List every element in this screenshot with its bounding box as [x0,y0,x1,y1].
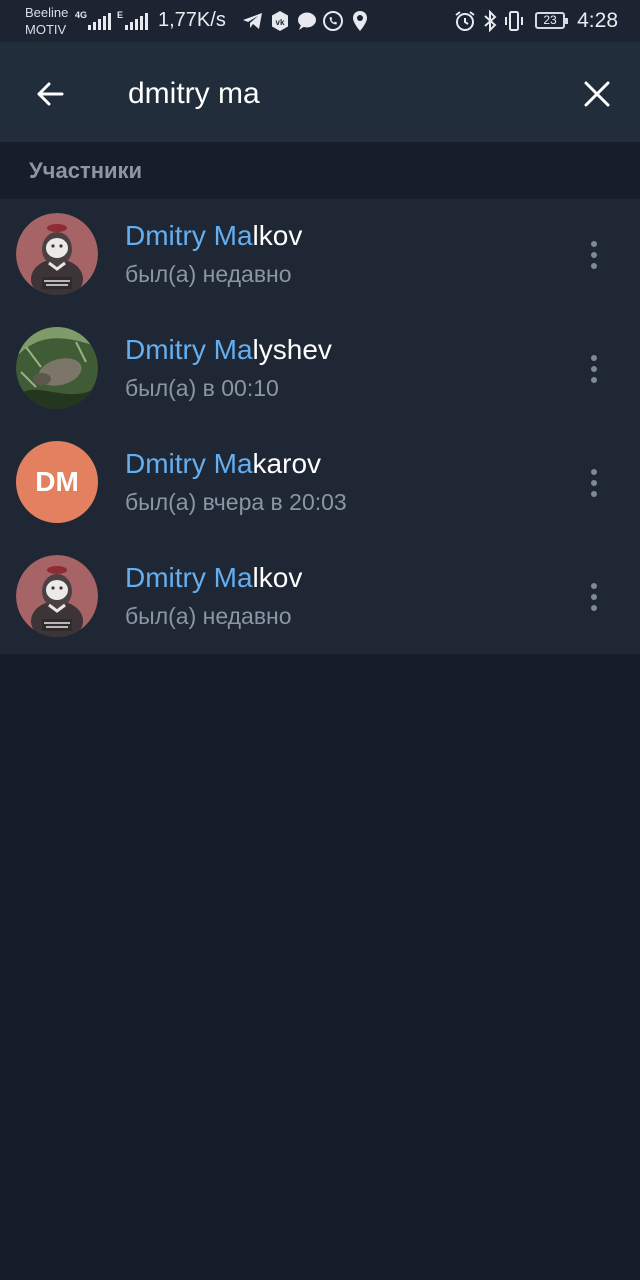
carrier-label: Beeline MOTIV [25,5,69,37]
battery-level: 23 [543,13,557,27]
more-options-button[interactable] [578,573,610,621]
name-match: Dmitry Ma [125,220,253,251]
sticker-avatar-image [16,555,98,637]
more-options-button[interactable] [578,345,610,393]
search-header [0,42,640,142]
avatar-initials: DM [35,466,79,497]
avatar[interactable]: DM [16,441,98,523]
dot [591,263,597,269]
name-rest: karov [252,448,322,479]
network-type-label: 4G [75,10,88,20]
name-match: Dmitry Ma [125,448,253,479]
last-seen-status: был(а) вчера в 20:03 [125,489,347,515]
more-options-button[interactable] [578,231,610,279]
results-list: Dmitry Malkov был(а) недавно Dmitry Maly… [0,199,640,654]
contact-name: Dmitry Malkov [125,220,302,252]
close-icon [584,81,610,107]
signal-icon-2 [125,10,148,30]
dot [591,594,597,600]
svg-text:vk: vk [276,18,285,27]
sticker-avatar-image [16,213,98,295]
clear-search-button[interactable] [573,70,621,118]
avatar[interactable] [16,555,98,637]
contact-name: Dmitry Makarov [125,448,321,480]
dot [591,377,597,383]
section-header: Участники [0,142,640,199]
dot [591,469,597,475]
avatar[interactable] [16,327,98,409]
list-item[interactable]: Dmitry Malkov был(а) недавно [0,541,640,655]
dot [591,480,597,486]
network-type-label-2: E [117,10,124,20]
status-bar: Beeline MOTIV 4G E 1,77K/s vk 23 4:28 [0,0,640,42]
dot [591,252,597,258]
contact-name: Dmitry Malkov [125,562,302,594]
avatar[interactable] [16,213,98,295]
whatsapp-icon [323,11,343,31]
vibrate-icon [505,11,523,31]
location-icon [353,11,367,31]
name-rest: lyshev [252,334,332,365]
dot [591,241,597,247]
battery-icon: 23 [535,12,568,29]
last-seen-status: был(а) недавно [125,261,292,287]
list-item[interactable]: Dmitry Malyshev был(а) в 00:10 [0,313,640,427]
arrow-left-icon [37,82,64,106]
last-seen-status: был(а) в 00:10 [125,375,279,401]
photo-avatar-image [16,327,98,409]
network-speed: 1,77K/s [158,9,226,31]
dot [591,605,597,611]
contact-name: Dmitry Malyshev [125,334,332,366]
more-options-button[interactable] [578,459,610,507]
clock: 4:28 [577,9,618,32]
last-seen-status: был(а) недавно [125,603,292,629]
bluetooth-icon [484,9,497,33]
list-item[interactable]: DM Dmitry Makarov был(а) вчера в 20:03 [0,427,640,541]
name-match: Dmitry Ma [125,562,253,593]
search-input[interactable] [128,70,548,118]
alarm-icon [455,11,475,31]
back-button[interactable] [26,70,74,118]
name-rest: lkov [252,562,303,593]
signal-icon [88,10,111,30]
vk-icon: vk [272,11,288,31]
dot [591,491,597,497]
name-match: Dmitry Ma [125,334,253,365]
name-rest: lkov [252,220,303,251]
chat-bubble-icon [298,12,316,30]
section-title: Участники [29,158,143,183]
dot [591,583,597,589]
dot [591,355,597,361]
list-item[interactable]: Dmitry Malkov был(а) недавно [0,199,640,313]
dot [591,366,597,372]
telegram-icon [243,13,262,29]
